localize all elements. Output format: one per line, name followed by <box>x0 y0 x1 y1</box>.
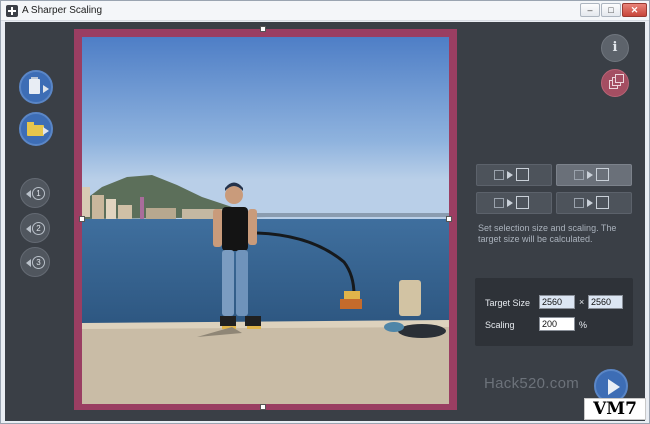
paste-clipboard-button[interactable] <box>19 70 53 104</box>
mode-fit-box-button[interactable] <box>556 164 632 186</box>
arrow-left-icon <box>26 259 31 267</box>
preset-3-button[interactable]: 3 <box>20 247 50 277</box>
preset-number: 1 <box>32 187 45 200</box>
target-size-panel: Target Size × Scaling % <box>475 278 633 346</box>
app-icon <box>6 5 18 17</box>
app-window: A Sharper Scaling – □ ✕ 1 2 3 i Set sele… <box>0 0 650 424</box>
preset-number: 2 <box>32 222 45 235</box>
mode-fit-width-button[interactable] <box>476 164 552 186</box>
percent-sign: % <box>579 320 588 330</box>
arrow-right-icon <box>43 127 49 135</box>
photo-preview <box>82 37 449 404</box>
small-square-icon <box>574 170 584 180</box>
small-square-icon <box>494 198 504 208</box>
large-square-icon <box>596 168 609 181</box>
main-area: 1 2 3 i Set selection size and scaling. … <box>5 22 645 421</box>
vm7-badge: VM7 <box>584 398 646 420</box>
arrow-left-icon <box>26 225 31 233</box>
resize-handle-left[interactable] <box>79 216 85 222</box>
info-button[interactable]: i <box>601 34 629 62</box>
arrow-right-icon <box>43 85 49 93</box>
large-square-icon <box>596 196 609 209</box>
small-square-icon <box>494 170 504 180</box>
maximize-button[interactable]: □ <box>601 3 621 17</box>
minimize-button[interactable]: – <box>580 3 600 17</box>
target-height-input[interactable] <box>588 295 623 309</box>
window-title: A Sharper Scaling <box>22 5 103 16</box>
watermark-text: Hack520.com <box>484 375 580 392</box>
scaling-label: Scaling <box>485 320 515 330</box>
small-square-icon <box>574 198 584 208</box>
arrow-right-icon <box>587 199 593 207</box>
arrow-left-icon <box>26 190 31 198</box>
arrow-right-icon <box>507 171 513 179</box>
target-width-input[interactable] <box>539 295 575 309</box>
times-sign: × <box>579 297 585 307</box>
title-bar: A Sharper Scaling – □ ✕ <box>1 1 649 21</box>
open-file-button[interactable] <box>19 112 53 146</box>
help-text: Set selection size and scaling. The targ… <box>478 223 617 244</box>
image-canvas[interactable] <box>74 26 457 410</box>
mode-fit-height-button[interactable] <box>476 192 552 214</box>
batch-button[interactable] <box>601 69 629 97</box>
photo-image <box>82 37 449 404</box>
target-size-label: Target Size <box>485 298 531 308</box>
resize-handle-bottom[interactable] <box>260 404 266 410</box>
large-square-icon <box>516 196 529 209</box>
large-square-icon <box>516 168 529 181</box>
mode-fill-height-button[interactable] <box>556 192 632 214</box>
close-button[interactable]: ✕ <box>622 3 647 17</box>
play-icon <box>608 379 620 395</box>
scaling-input[interactable] <box>539 317 575 331</box>
arrow-right-icon <box>587 171 593 179</box>
preset-2-button[interactable]: 2 <box>20 213 50 243</box>
arrow-right-icon <box>507 199 513 207</box>
resize-handle-top[interactable] <box>260 26 266 32</box>
resize-handle-right[interactable] <box>446 216 452 222</box>
preset-number: 3 <box>32 256 45 269</box>
preset-1-button[interactable]: 1 <box>20 178 50 208</box>
